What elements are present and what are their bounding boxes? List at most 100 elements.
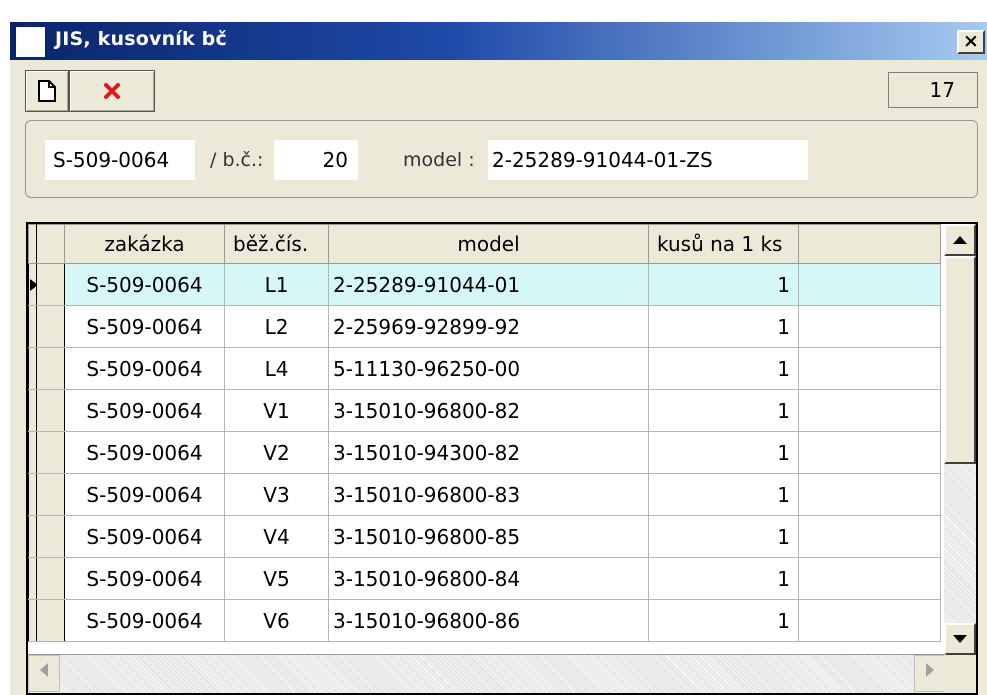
cell-bc[interactable]: V2 [224,431,329,474]
row-indicator-gap [36,263,65,306]
cell-bc[interactable]: V5 [224,557,329,600]
grid-table: zakázka běž.čís. model kusů na 1 ks S-50… [28,224,941,642]
cell-bc[interactable]: L4 [224,347,329,390]
bc-field[interactable]: 20 [274,140,358,180]
cell-model[interactable]: 5-11130-96250-00 [328,347,649,390]
column-header-kusu[interactable]: kusů na 1 ks [648,224,799,264]
row-indicator-gap [36,347,65,390]
row-indicator[interactable] [28,389,37,432]
cell-kusu[interactable]: 1 [648,557,799,600]
cell-kusu[interactable]: 1 [648,431,799,474]
scroll-right-button[interactable] [914,655,946,692]
cell-extra[interactable] [798,473,941,516]
table-row[interactable]: S-509-0064 V6 3-15010-96800-86 1 [28,599,941,642]
table-row[interactable]: S-509-0064 V2 3-15010-94300-82 1 [28,431,941,474]
row-indicator[interactable] [28,599,37,642]
new-document-icon [38,80,56,102]
table-row[interactable]: S-509-0064 V3 3-15010-96800-83 1 [28,473,941,516]
table-row[interactable]: S-509-0064 L2 2-25969-92899-92 1 [28,305,941,348]
table-row[interactable]: S-509-0064 V5 3-15010-96800-84 1 [28,557,941,600]
cell-kusu[interactable]: 1 [648,347,799,390]
cell-extra[interactable] [798,431,941,474]
column-header-model[interactable]: model [328,224,649,264]
cell-zakazka[interactable]: S-509-0064 [64,347,225,390]
cell-extra[interactable] [798,599,941,642]
title-bar: JIS, kusovník bč × [10,22,987,60]
cell-extra[interactable] [798,557,941,600]
cell-bc[interactable]: V6 [224,599,329,642]
row-indicator[interactable] [28,557,37,600]
cell-bc[interactable]: V3 [224,473,329,516]
table-row[interactable]: S-509-0064 L1 2-25289-91044-01 1 [28,263,941,306]
cell-zakazka[interactable]: S-509-0064 [64,389,225,432]
arrow-down-icon [953,635,967,643]
cell-kusu[interactable]: 1 [648,599,799,642]
header-group: S-509-0064 / b.č.: 20 model : 2-25289-91… [25,120,978,198]
table-row[interactable]: S-509-0064 V1 3-15010-96800-82 1 [28,389,941,432]
vertical-scrollbar[interactable] [944,224,976,655]
model-field[interactable]: 2-25289-91044-01-ZS [488,140,808,180]
row-indicator-gap [36,515,65,558]
row-indicator-gap [36,473,65,516]
row-indicator[interactable] [28,305,37,348]
cell-model[interactable]: 3-15010-96800-82 [328,389,649,432]
cell-kusu[interactable]: 1 [648,389,799,432]
model-label: model : [403,149,475,171]
cell-zakazka[interactable]: S-509-0064 [64,557,225,600]
column-header-zakazka[interactable]: zakázka [64,224,225,264]
cell-extra[interactable] [798,515,941,558]
order-field[interactable]: S-509-0064 [45,140,195,180]
scroll-down-button[interactable] [944,623,976,655]
cell-kusu[interactable]: 1 [648,305,799,348]
table-row[interactable]: S-509-0064 L4 5-11130-96250-00 1 [28,347,941,390]
parts-grid[interactable]: zakázka běž.čís. model kusů na 1 ks S-50… [26,222,978,695]
cell-model[interactable]: 3-15010-96800-85 [328,515,649,558]
cell-extra[interactable] [798,389,941,432]
cell-zakazka[interactable]: S-509-0064 [64,431,225,474]
grid-header-row: zakázka běž.čís. model kusů na 1 ks [28,224,941,264]
cell-zakazka[interactable]: S-509-0064 [64,473,225,516]
row-indicator-gap [36,305,65,348]
close-button[interactable]: × [957,30,985,54]
cell-zakazka[interactable]: S-509-0064 [64,599,225,642]
jis-window: JIS, kusovník bč × 17 S-509-0064 / b.č.:… [10,22,987,695]
cell-bc[interactable]: V4 [224,515,329,558]
cell-bc[interactable]: L2 [224,305,329,348]
delete-x-icon [104,83,120,99]
scroll-left-button[interactable] [28,655,60,692]
cell-kusu[interactable]: 1 [648,263,799,306]
cell-bc[interactable]: L1 [224,263,329,306]
new-record-button[interactable] [25,70,69,112]
scroll-corner [944,655,976,693]
cell-zakazka[interactable]: S-509-0064 [64,305,225,348]
vertical-scroll-thumb[interactable] [944,256,976,464]
cell-kusu[interactable]: 1 [648,473,799,516]
row-indicator[interactable] [28,473,37,516]
cell-extra[interactable] [798,263,941,306]
row-indicator-gap [36,431,65,474]
row-indicator[interactable] [28,347,37,390]
cell-model[interactable]: 3-15010-96800-86 [328,599,649,642]
scroll-up-button[interactable] [944,224,976,256]
column-header-bc[interactable]: běž.čís. [224,224,329,264]
row-indicator[interactable] [28,431,37,474]
row-indicator[interactable] [28,515,37,558]
cell-bc[interactable]: V1 [224,389,329,432]
cell-extra[interactable] [798,305,941,348]
cell-model[interactable]: 2-25969-92899-92 [328,305,649,348]
cell-model[interactable]: 3-15010-96800-84 [328,557,649,600]
cell-model[interactable]: 2-25289-91044-01 [328,263,649,306]
table-row[interactable]: S-509-0064 V4 3-15010-96800-85 1 [28,515,941,558]
horizontal-scrollbar[interactable] [28,654,946,693]
cell-zakazka[interactable]: S-509-0064 [64,263,225,306]
row-indicator-gap [36,599,65,642]
row-indicator[interactable] [28,263,37,306]
delete-record-button[interactable] [69,70,155,112]
cell-model[interactable]: 3-15010-96800-83 [328,473,649,516]
cell-zakazka[interactable]: S-509-0064 [64,515,225,558]
grid-body: S-509-0064 L1 2-25289-91044-01 1 S-509-0064 L… [28,263,941,642]
cell-model[interactable]: 3-15010-94300-82 [328,431,649,474]
cell-extra[interactable] [798,347,941,390]
column-header-extra[interactable] [798,224,941,264]
cell-kusu[interactable]: 1 [648,515,799,558]
